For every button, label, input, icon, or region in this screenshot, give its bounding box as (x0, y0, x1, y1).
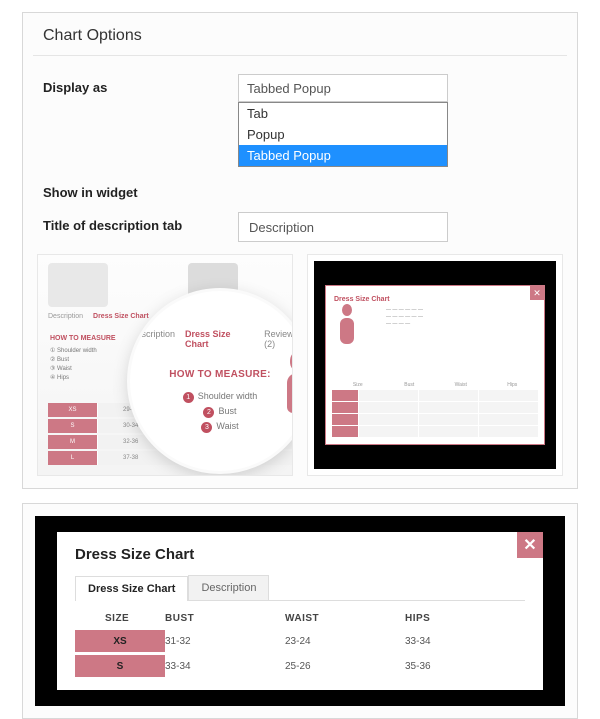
magnify-list: 1Shoulder width 2Bust 3Waist (130, 391, 293, 433)
magnify-tabs: Description Dress Size Chart Reviews (2) (130, 329, 293, 349)
table-header: SIZE BUST WAIST HIPS (75, 613, 525, 630)
show-in-widget-label: Show in widget (43, 179, 238, 200)
divider (33, 55, 567, 56)
preview-row: Description Dress Size Chart Reviews HOW… (23, 254, 577, 476)
mini-table: SizeBustWaistHips (332, 380, 538, 438)
body-figure-icon (280, 351, 293, 441)
body-figure-icon (340, 304, 354, 346)
tab-preview: Description Dress Size Chart Reviews HOW… (37, 254, 293, 476)
title-tab-input[interactable] (238, 212, 448, 242)
tab-size-chart[interactable]: Dress Size Chart (75, 576, 188, 601)
mag-tab-desc: Description (130, 329, 175, 349)
mini-popup: ✕ Dress Size Chart — — — — — —— — — — — … (325, 285, 545, 445)
popup-title: Dress Size Chart (75, 546, 525, 563)
table-row: XS 31-32 23-24 33-34 (75, 630, 525, 652)
bg-measure: HOW TO MEASURE (50, 335, 116, 342)
popup-tabs: Dress Size Chart Description (75, 575, 525, 601)
mag-tab-reviews: Reviews (2) (264, 329, 293, 349)
option-tabbed-popup[interactable]: Tabbed Popup (239, 145, 447, 166)
magnify-measure: HOW TO MEASURE: (130, 369, 293, 380)
tabbed-popup: ✕ Dress Size Chart Dress Size Chart Desc… (57, 532, 543, 690)
size-table: SIZE BUST WAIST HIPS XS 31-32 23-24 33-3… (75, 613, 525, 677)
mini-title: Dress Size Chart (326, 286, 544, 307)
bg-list: ① Shoulder width ② Bust ③ Waist ④ Hips (50, 347, 97, 383)
close-button[interactable]: ✕ (517, 532, 543, 558)
tabbed-popup-preview-panel: ✕ Dress Size Chart Dress Size Chart Desc… (22, 503, 578, 719)
close-icon[interactable]: ✕ (530, 286, 544, 300)
display-as-select[interactable]: Tabbed Popup (238, 74, 448, 102)
display-as-label: Display as (43, 74, 238, 95)
panel-title: Chart Options (23, 13, 577, 55)
chart-options-panel: Chart Options Display as Tabbed Popup Ta… (22, 12, 578, 489)
product-thumb (48, 263, 108, 307)
tabbed-popup-backdrop: ✕ Dress Size Chart Dress Size Chart Desc… (35, 516, 565, 706)
title-tab-label: Title of description tab (43, 212, 238, 233)
table-row: S 33-34 25-26 35-36 (75, 655, 525, 677)
popup-preview: ✕ Dress Size Chart — — — — — —— — — — — … (307, 254, 563, 476)
option-tab[interactable]: Tab (239, 103, 447, 124)
show-in-widget-row: Show in widget (23, 173, 577, 206)
tab-description[interactable]: Description (188, 575, 269, 600)
display-as-dropdown[interactable]: Tab Popup Tabbed Popup (238, 102, 448, 167)
display-as-row: Display as Tabbed Popup Tab Popup Tabbed… (23, 68, 577, 173)
title-tab-row: Title of description tab (23, 206, 577, 248)
mag-tab-chart: Dress Size Chart (185, 329, 254, 349)
option-popup[interactable]: Popup (239, 124, 447, 145)
mini-notes: — — — — — —— — — — — —— — — — (326, 307, 544, 328)
